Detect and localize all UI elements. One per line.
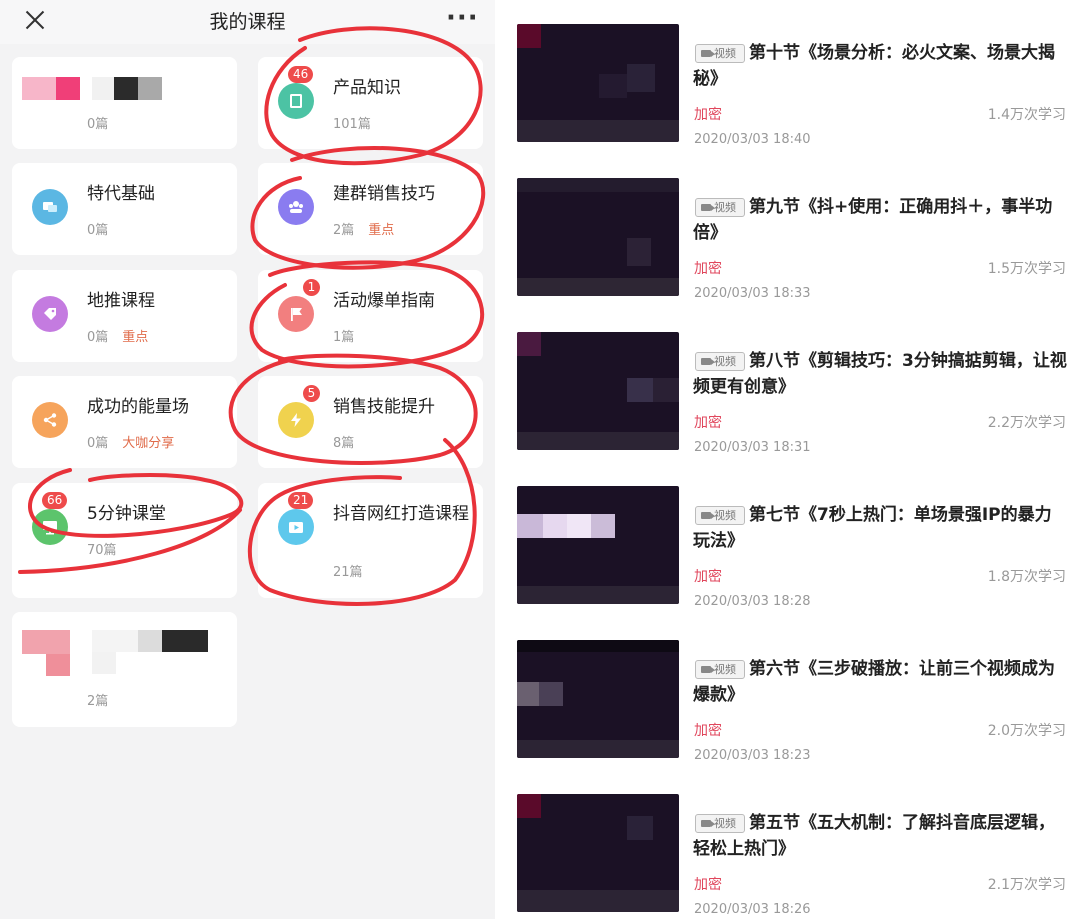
publish-date: 2020/03/03 18:26 [694,902,811,917]
course-card[interactable]: 地推课程 0篇 重点 [12,270,237,362]
lesson-title: 第八节《剪辑技巧：3分钟搞掂剪辑，让视频更有创意》 [693,351,1067,397]
course-card[interactable]: 特代基础 0篇 [12,163,237,255]
course-cover-image [22,630,70,676]
course-count: 2篇 重点 [333,223,395,238]
view-count: 1.4万次学习 [987,107,1066,123]
unread-badge: 66 [42,492,68,509]
lesson-item[interactable]: 视频 第十节《场景分析：必火文案、场景大揭秘》 加密 1.4万次学习 2020/… [495,18,1080,172]
play-icon [278,509,314,545]
view-count: 1.8万次学习 [987,569,1066,585]
course-name: 建群销售技巧 [333,184,435,204]
course-tag: 大咖分享 [122,436,175,451]
book-icon [278,83,314,119]
publish-date: 2020/03/03 18:28 [694,594,811,609]
lesson-thumbnail [517,24,679,142]
lock-label: 加密 [694,723,722,739]
course-count: 1篇 [333,330,355,345]
lesson-title: 第六节《三步破播放：让前三个视频成为爆款》 [693,659,1055,705]
course-cover-image [22,77,80,100]
course-name: 特代基础 [87,184,155,204]
lock-label: 加密 [694,261,722,277]
lesson-thumbnail [517,332,679,450]
course-count: 70篇 [87,543,117,558]
more-icon[interactable]: ··· [446,2,478,34]
course-name: 5分钟课堂 [87,504,166,524]
course-card[interactable]: 0篇 [12,57,237,149]
publish-date: 2020/03/03 18:23 [694,748,811,763]
course-count: 8篇 [333,436,355,451]
course-card[interactable]: 建群销售技巧 2篇 重点 [258,163,483,255]
board-icon [32,509,68,545]
publish-date: 2020/03/03 18:31 [694,440,811,455]
course-count: 0篇 重点 [87,330,149,345]
course-card[interactable]: 成功的能量场 0篇 大咖分享 [12,376,237,468]
lesson-item[interactable]: 视频 第五节《五大机制：了解抖音底层逻辑，轻松上热门》 加密 2.1万次学习 2… [495,788,1080,919]
course-name: 活动爆单指南 [333,291,435,311]
page-title: 我的课程 [209,11,286,33]
view-count: 2.1万次学习 [987,877,1066,893]
flag-icon [278,296,314,332]
lesson-item[interactable]: 视频 第九节《抖+使用：正确用抖＋，事半功倍》 加密 1.5万次学习 2020/… [495,172,1080,326]
course-name: 产品知识 [333,78,401,98]
lock-label: 加密 [694,107,722,123]
course-count: 101篇 [333,117,371,132]
course-count: 0篇 大咖分享 [87,436,175,451]
course-card[interactable]: 1 活动爆单指南 1篇 [258,270,483,362]
tag-icon [32,296,68,332]
course-card[interactable]: 2篇 [12,612,237,727]
unread-badge: 46 [288,66,314,83]
course-name: 成功的能量场 [87,397,189,417]
lock-label: 加密 [694,569,722,585]
course-tag: 重点 [368,223,395,238]
course-card[interactable]: 5 销售技能提升 8篇 [258,376,483,468]
lesson-title: 第五节《五大机制：了解抖音底层逻辑，轻松上热门》 [693,813,1055,859]
lesson-item[interactable]: 视频 第七节《7秒上热门：单场景强IP的暴力玩法》 加密 1.8万次学习 202… [495,480,1080,634]
lesson-thumbnail [517,794,679,912]
top-bar: 我的课程 ··· [0,0,495,44]
view-count: 2.0万次学习 [987,723,1066,739]
lesson-thumbnail [517,486,679,604]
group-icon [278,189,314,225]
lock-label: 加密 [694,415,722,431]
bolt-icon [278,402,314,438]
unread-badge: 1 [303,279,320,296]
publish-date: 2020/03/03 18:33 [694,286,811,301]
course-card[interactable]: 66 5分钟课堂 70篇 [12,483,237,598]
course-name-redacted [92,630,208,676]
course-card[interactable]: 46 产品知识 101篇 [258,57,483,149]
lesson-thumbnail [517,640,679,758]
lesson-item[interactable]: 视频 第六节《三步破播放：让前三个视频成为爆款》 加密 2.0万次学习 2020… [495,634,1080,788]
lesson-list-panel: 视频 第十节《场景分析：必火文案、场景大揭秘》 加密 1.4万次学习 2020/… [495,0,1080,919]
course-tag: 重点 [122,330,149,345]
course-count: 2篇 [87,694,109,709]
course-name: 销售技能提升 [333,397,435,417]
course-card[interactable]: 21 抖音网红打造课程 21篇 [258,483,483,598]
lock-label: 加密 [694,877,722,893]
course-name: 地推课程 [87,291,155,311]
course-name: 抖音网红打造课程 [333,504,469,524]
view-count: 1.5万次学习 [987,261,1066,277]
share-icon [32,402,68,438]
course-count: 21篇 [333,565,363,580]
lesson-title: 第七节《7秒上热门：单场景强IP的暴力玩法》 [693,505,1052,551]
lesson-title: 第九节《抖+使用：正确用抖＋，事半功倍》 [693,197,1053,243]
unread-badge: 5 [303,385,320,402]
lesson-thumbnail [517,178,679,296]
course-list-panel: 我的课程 ··· 0篇 46 产品知识 101篇 特代基础 0篇 建群销售技巧 … [0,0,495,919]
chat-icon [32,189,68,225]
course-name-redacted [92,77,162,100]
lesson-item[interactable]: 视频 第八节《剪辑技巧：3分钟搞掂剪辑，让视频更有创意》 加密 2.2万次学习 … [495,326,1080,480]
course-count: 0篇 [87,117,109,132]
unread-badge: 21 [288,492,314,509]
lesson-title: 第十节《场景分析：必火文案、场景大揭秘》 [693,43,1055,89]
publish-date: 2020/03/03 18:40 [694,132,811,147]
view-count: 2.2万次学习 [987,415,1066,431]
course-count: 0篇 [87,223,109,238]
